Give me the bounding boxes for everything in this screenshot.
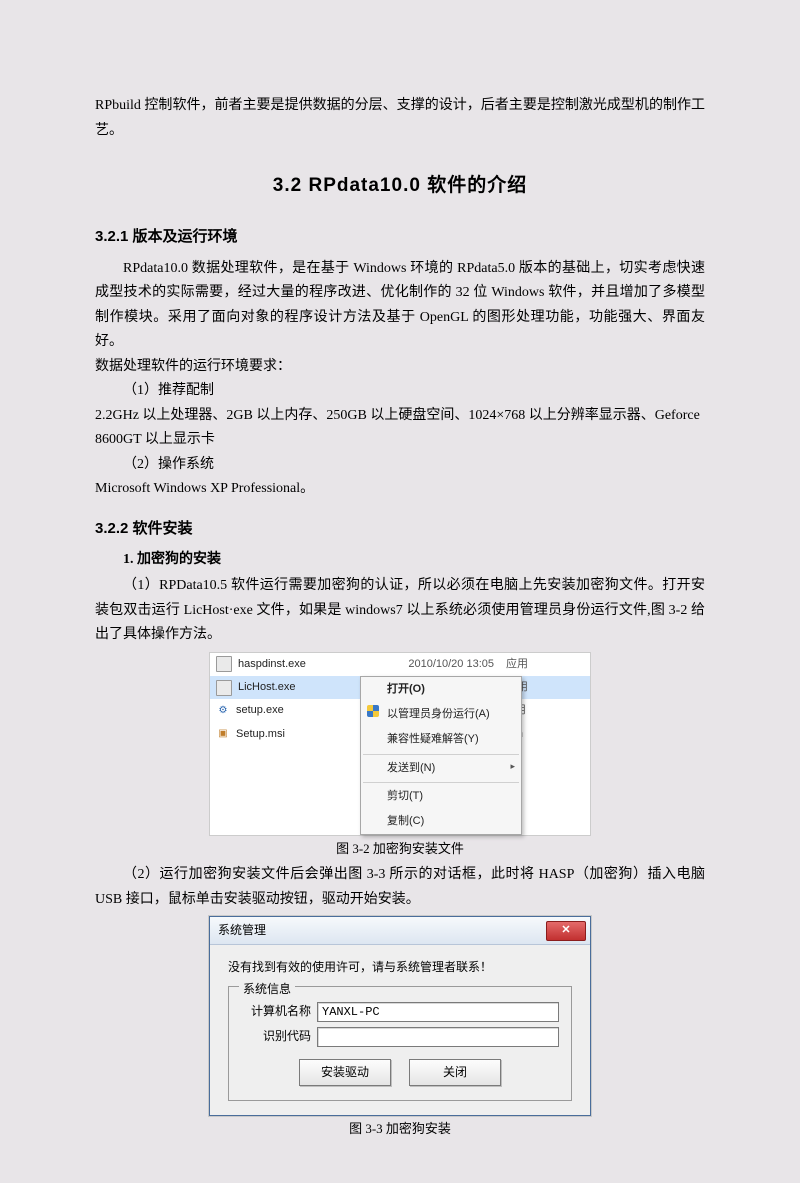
figure-3-2: haspdinst.exe 2010/10/20 13:05 应用 LicHos… [95,652,705,861]
file-name: LicHost.exe [238,678,378,697]
figure-caption-3-2: 图 3-2 加密狗安装文件 [336,838,464,861]
figure-3-3: 系统管理 ✕ 没有找到有效的使用许可，请与系统管理者联系！ 系统信息 计算机名称… [95,916,705,1141]
exe-icon [216,656,232,672]
s322-p1: （1）RPData10.5 软件运行需要加密狗的认证，所以必须在电脑上先安装加密… [95,574,705,648]
dialog-message: 没有找到有效的使用许可，请与系统管理者联系！ [228,957,572,978]
subsection-3-2-2: 3.2.2 软件安装 [95,516,705,542]
label-computer-name: 计算机名称 [241,1001,311,1022]
section-title-3-2: 3.2 RPdata10.0 软件的介绍 [95,169,705,202]
group-legend: 系统信息 [239,979,295,1000]
file-name: setup.exe [236,701,376,720]
subsection-3-2-1: 3.2.1 版本及运行环境 [95,224,705,250]
file-name: haspdinst.exe [238,655,378,674]
document-page: RPbuild 控制软件，前者主要是提供数据的分层、支撑的设计，后者主要是控制激… [0,0,800,1183]
dialog-window: 系统管理 ✕ 没有找到有效的使用许可，请与系统管理者联系！ 系统信息 计算机名称… [209,916,591,1116]
menu-copy[interactable]: 复制(C) [361,809,521,834]
shield-icon [367,705,379,717]
msi-icon: ▣ [216,727,230,741]
s322-p2: （2）运行加密狗安装文件后会弹出图 3-3 所示的对话框，此时将 HASP（加密… [95,863,705,912]
s321-envline: 数据处理软件的运行环境要求： [95,355,705,380]
exe-icon [216,680,232,696]
dialog-title: 系统管理 [218,920,266,941]
menu-separator [363,782,519,783]
menu-separator [363,754,519,755]
label-id-code: 识别代码 [241,1026,311,1047]
menu-run-as-admin[interactable]: 以管理员身份运行(A) [361,702,521,727]
intro-paragraph: RPbuild 控制软件，前者主要是提供数据的分层、支撑的设计，后者主要是控制激… [95,94,705,143]
input-computer-name[interactable] [317,1002,559,1022]
file-type: 应用 [500,655,536,674]
dialog-titlebar: 系统管理 ✕ [210,917,590,945]
s321-cfg2-detail: Microsoft Windows XP Professional。 [95,477,705,502]
close-dialog-button[interactable]: 关闭 [409,1059,501,1086]
menu-cut[interactable]: 剪切(T) [361,784,521,809]
install-driver-button[interactable]: 安装驱动 [299,1059,391,1086]
file-row[interactable]: haspdinst.exe 2010/10/20 13:05 应用 [210,653,590,676]
menu-label: 以管理员身份运行(A) [387,708,490,720]
setup-icon: ⚙ [216,704,230,718]
close-button[interactable]: ✕ [546,921,586,941]
menu-open[interactable]: 打开(O) [361,677,521,702]
menu-sendto[interactable]: 发送到(N) [361,756,521,781]
explorer-window: haspdinst.exe 2010/10/20 13:05 应用 LicHos… [209,652,591,837]
close-icon: ✕ [561,921,570,940]
dialog-body: 没有找到有效的使用许可，请与系统管理者联系！ 系统信息 计算机名称 识别代码 安… [210,945,590,1115]
s321-cfg1: （1）推荐配制 [95,379,705,404]
input-id-code[interactable] [317,1027,559,1047]
file-date: 2010/10/20 13:05 [384,655,494,674]
row-computer-name: 计算机名称 [241,1001,559,1022]
s321-cfg2: （2）操作系统 [95,453,705,478]
s321-cfg1-detail: 2.2GHz 以上处理器、2GB 以上内存、250GB 以上硬盘空间、1024×… [95,404,705,453]
s322-item1: 1. 加密狗的安装 [95,548,705,573]
menu-compat[interactable]: 兼容性疑难解答(Y) [361,727,521,752]
context-menu: 打开(O) 以管理员身份运行(A) 兼容性疑难解答(Y) 发送到(N) 剪切(T… [360,676,522,836]
system-info-group: 系统信息 计算机名称 识别代码 安装驱动 关闭 [228,986,572,1101]
s321-p1: RPdata10.0 数据处理软件，是在基于 Windows 环境的 RPdat… [95,257,705,355]
figure-caption-3-3: 图 3-3 加密狗安装 [349,1118,451,1141]
row-id-code: 识别代码 [241,1026,559,1047]
dialog-button-row: 安装驱动 关闭 [241,1059,559,1086]
file-name: Setup.msi [236,725,376,744]
